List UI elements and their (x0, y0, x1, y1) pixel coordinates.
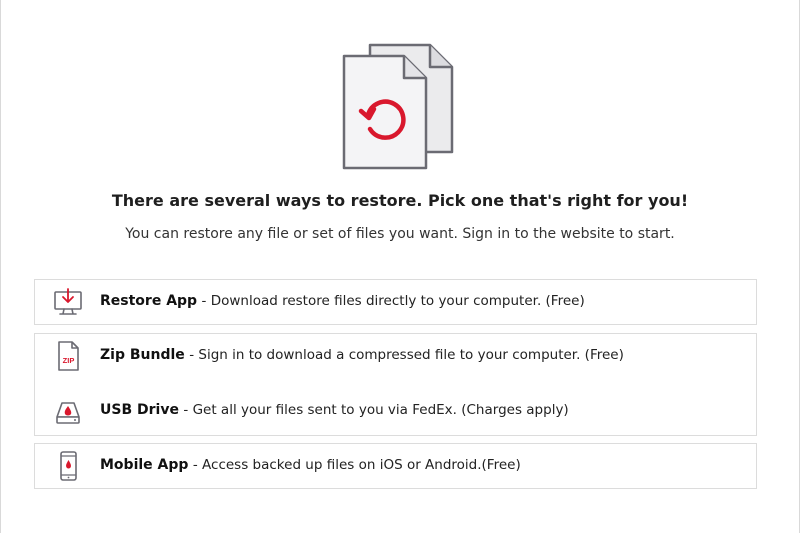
option-mobile-app[interactable]: Mobile App - Access backed up files on i… (35, 444, 756, 488)
usb-drive-icon (56, 402, 80, 424)
option-description: - Sign in to download a compressed file … (189, 347, 624, 363)
zip-file-icon: ZIP (58, 341, 79, 371)
option-description: - Download restore files directly to you… (201, 293, 585, 309)
page-title: There are several ways to restore. Pick … (111, 191, 689, 210)
window-border-left (0, 0, 1, 533)
zip-icon-text: ZIP (63, 356, 75, 365)
monitor-download-icon (54, 288, 82, 315)
option-group-restore-app: Restore App - Download restore files dir… (34, 279, 757, 325)
option-name: USB Drive (100, 402, 179, 418)
option-usb-drive[interactable]: USB Drive - Get all your files sent to y… (35, 389, 756, 433)
option-label: USB Drive - Get all your files sent to y… (100, 402, 569, 418)
option-group-zip-usb: ZIP Zip Bundle - Sign in to download a c… (34, 333, 757, 436)
option-zip-bundle[interactable]: ZIP Zip Bundle - Sign in to download a c… (35, 334, 756, 378)
option-name: Mobile App (100, 457, 189, 473)
option-label: Zip Bundle - Sign in to download a compr… (100, 347, 624, 363)
page-subtitle: You can restore any file or set of files… (125, 226, 675, 242)
option-description: - Get all your files sent to you via Fed… (183, 402, 569, 418)
option-label: Mobile App - Access backed up files on i… (100, 457, 521, 473)
restore-documents-icon (342, 43, 454, 170)
option-group-mobile-app: Mobile App - Access backed up files on i… (34, 443, 757, 489)
option-restore-app[interactable]: Restore App - Download restore files dir… (35, 280, 756, 324)
option-name: Restore App (100, 293, 198, 309)
option-label: Restore App - Download restore files dir… (100, 293, 585, 309)
option-description: - Access backed up files on iOS or Andro… (192, 457, 521, 473)
mobile-phone-icon (60, 451, 77, 481)
option-name: Zip Bundle (100, 347, 185, 363)
